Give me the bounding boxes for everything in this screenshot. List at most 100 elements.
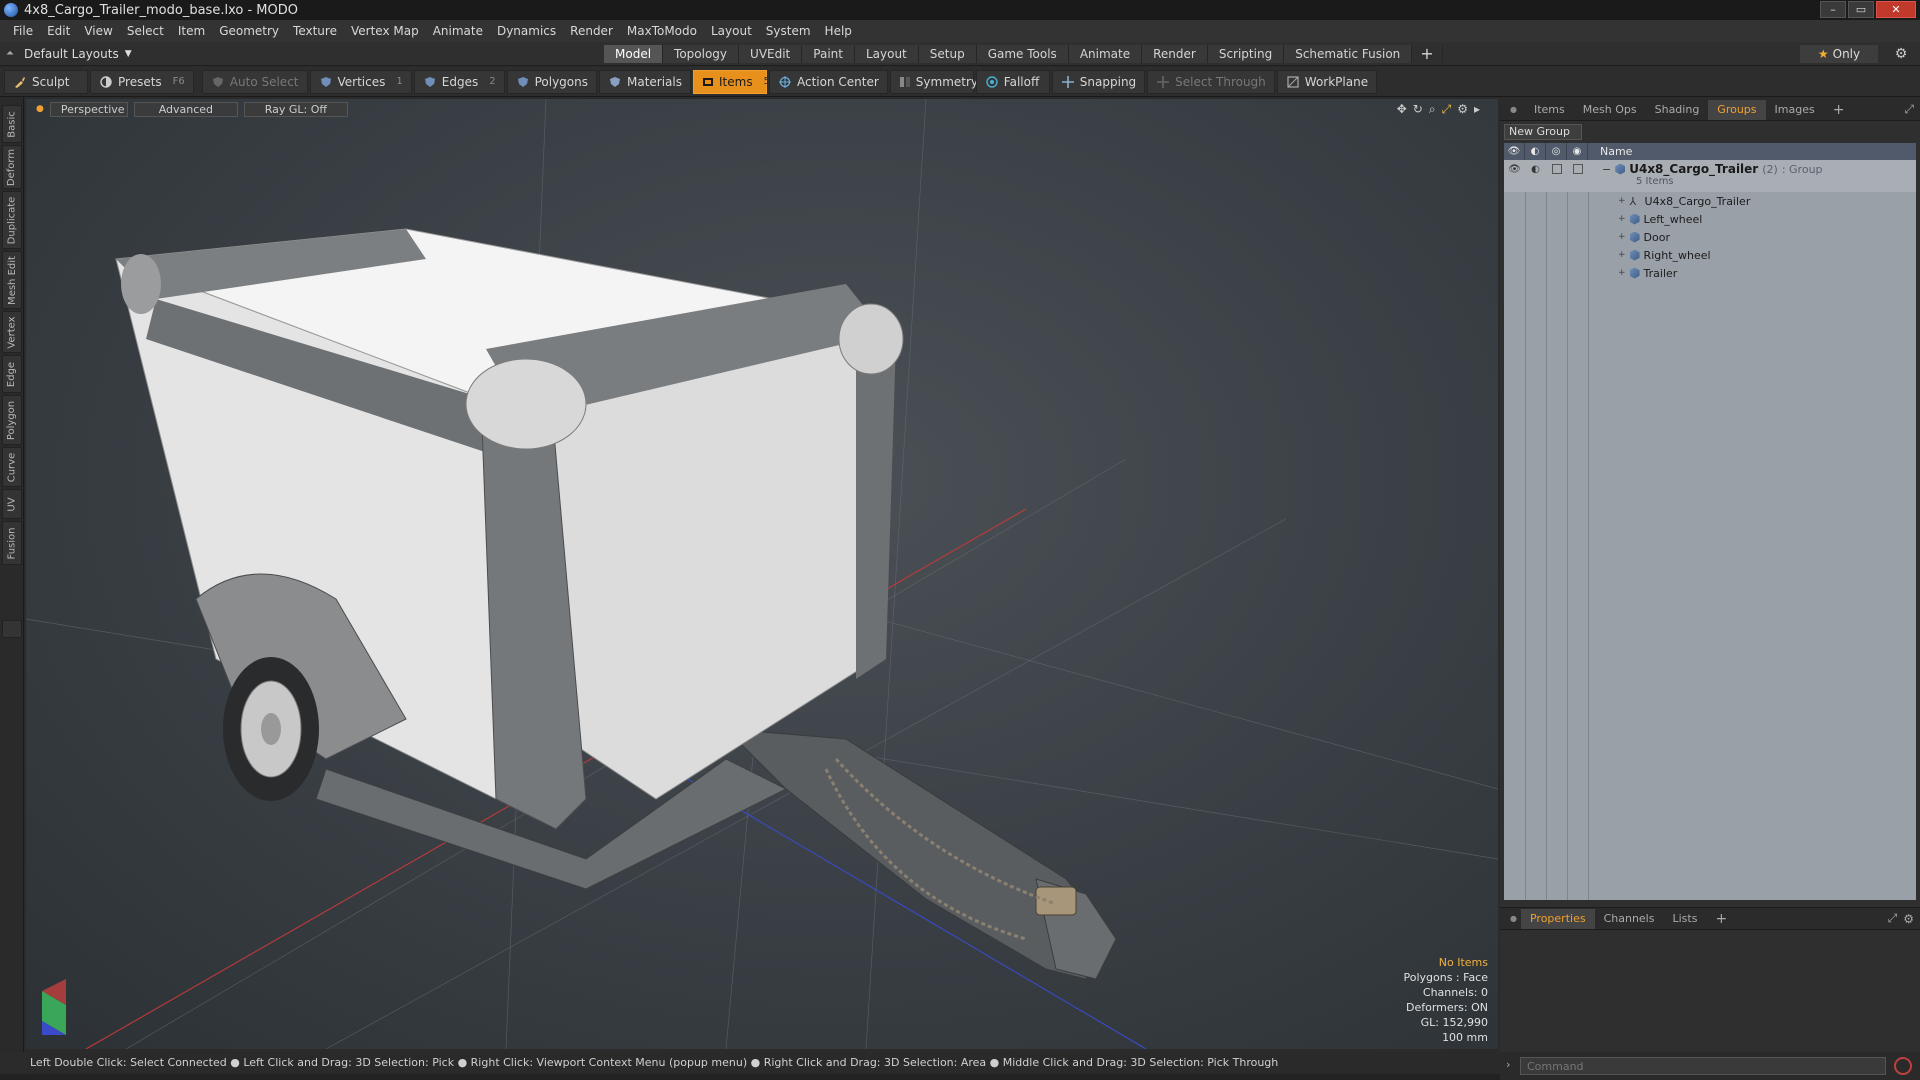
vtab-uv[interactable]: UV	[2, 489, 22, 519]
menu-texture[interactable]: Texture	[286, 20, 344, 42]
tab-uvedit[interactable]: UVEdit	[739, 45, 803, 63]
vtab-basic[interactable]: Basic	[2, 105, 22, 143]
cargo-trailer-model[interactable]	[115, 228, 1117, 980]
tree-item-door[interactable]: + Door	[1504, 228, 1916, 246]
command-expand-icon[interactable]: ›	[1506, 1058, 1510, 1071]
menu-layout[interactable]: Layout	[704, 20, 759, 42]
maximize-button[interactable]: ▭	[1848, 1, 1874, 18]
tab-topology[interactable]: Topology	[663, 45, 740, 63]
panel-dot-icon[interactable]: ●	[1510, 105, 1517, 114]
command-input[interactable]	[1520, 1057, 1886, 1075]
group-lock-checkbox[interactable]	[1546, 162, 1567, 176]
view-perspective-button[interactable]: Perspective	[49, 101, 128, 117]
viewport-scene[interactable]	[26, 99, 1498, 1049]
add-properties-tab-plus-icon[interactable]: +	[1706, 909, 1736, 929]
group-select-checkbox[interactable]	[1567, 162, 1588, 176]
tab-animate[interactable]: Animate	[1068, 45, 1143, 63]
presets-button[interactable]: Presets F6	[90, 69, 194, 94]
select-through-button[interactable]: Select Through	[1147, 69, 1275, 94]
menu-dynamics[interactable]: Dynamics	[490, 20, 563, 42]
menu-select[interactable]: Select	[120, 20, 171, 42]
tab-model[interactable]: Model	[604, 45, 664, 63]
vtab-polygon[interactable]: Polygon	[2, 395, 22, 445]
tab-render[interactable]: Render	[1142, 45, 1208, 63]
viewport-settings-gear-icon[interactable]: ⚙	[1457, 102, 1468, 117]
tab-paint[interactable]: Paint	[802, 45, 855, 63]
vtab-fusion[interactable]: Fusion	[2, 521, 22, 565]
vtab-curve[interactable]: Curve	[2, 447, 22, 487]
viewport-menu-dot-icon[interactable]: ●	[36, 104, 44, 114]
workplane-button[interactable]: WorkPlane	[1276, 69, 1378, 94]
group-eye-icon[interactable]: 👁	[1504, 162, 1525, 176]
default-layouts-dropdown[interactable]: ⏶ Default Layouts ▼	[6, 45, 132, 63]
select-col-icon[interactable]: ◉	[1567, 143, 1588, 160]
collapse-up-icon[interactable]: ⏶	[6, 48, 18, 60]
visibility-col-eye-icon[interactable]: 👁	[1504, 143, 1525, 160]
panel-dot-icon[interactable]: ●	[1510, 914, 1517, 923]
tree-item-right-wheel[interactable]: + Right_wheel	[1504, 246, 1916, 264]
tab-shading[interactable]: Shading	[1646, 100, 1709, 120]
menu-item[interactable]: Item	[171, 20, 212, 42]
tab-images[interactable]: Images	[1766, 100, 1824, 120]
vtab-collapse-button[interactable]	[2, 620, 22, 638]
fit-icon[interactable]: ⤢	[1442, 102, 1452, 117]
menu-view[interactable]: View	[77, 20, 119, 42]
tab-items[interactable]: Items	[1525, 100, 1574, 120]
items-button[interactable]: Items 5	[693, 69, 770, 94]
menu-vertex-map[interactable]: Vertex Map	[344, 20, 426, 42]
lock-col-icon[interactable]: ◎	[1546, 143, 1567, 160]
edges-button[interactable]: Edges 2	[413, 69, 505, 94]
expand-plus-icon[interactable]: +	[1618, 196, 1626, 206]
only-button[interactable]: ★ Only	[1800, 45, 1878, 63]
polygons-button[interactable]: Polygons	[506, 69, 597, 94]
panel-maximize-icon[interactable]: ⤢	[1904, 102, 1914, 117]
rotate-icon[interactable]: ↻	[1413, 102, 1423, 117]
tab-game-tools[interactable]: Game Tools	[976, 45, 1069, 63]
menu-file[interactable]: File	[6, 20, 40, 42]
menu-geometry[interactable]: Geometry	[212, 20, 286, 42]
vtab-vertex[interactable]: Vertex	[2, 311, 22, 353]
snapping-button[interactable]: Snapping	[1051, 69, 1146, 94]
menu-system[interactable]: System	[759, 20, 818, 42]
menu-animate[interactable]: Animate	[426, 20, 490, 42]
vtab-mesh-edit[interactable]: Mesh Edit	[2, 251, 22, 309]
minimize-button[interactable]: –	[1820, 1, 1846, 18]
tree-item-trailer[interactable]: + Trailer	[1504, 264, 1916, 282]
tab-scripting[interactable]: Scripting	[1207, 45, 1285, 63]
vtab-edge[interactable]: Edge	[2, 355, 22, 393]
gear-icon[interactable]: ⚙	[1890, 45, 1912, 63]
command-history-icon[interactable]	[1894, 1057, 1912, 1075]
tab-lists[interactable]: Lists	[1663, 909, 1706, 929]
vtab-duplicate[interactable]: Duplicate	[2, 191, 22, 249]
tab-groups[interactable]: Groups	[1708, 99, 1766, 120]
render-col-icon[interactable]: ◐	[1525, 143, 1546, 160]
name-column-header[interactable]: Name	[1588, 145, 1632, 158]
expand-plus-icon[interactable]: +	[1618, 268, 1626, 278]
groups-tree[interactable]: 👁 ◐ − U4x8_Cargo_Trailer (2) : Group 5 I…	[1504, 160, 1916, 900]
tab-schematic-fusion[interactable]: Schematic Fusion	[1284, 45, 1413, 63]
properties-maximize-icon[interactable]: ⤢	[1888, 911, 1898, 926]
tab-properties[interactable]: Properties	[1520, 908, 1595, 929]
menu-render[interactable]: Render	[563, 20, 620, 42]
expand-arrow-icon[interactable]: ▸	[1474, 102, 1480, 117]
vertices-button[interactable]: Vertices 1	[309, 69, 412, 94]
menu-maxtomodo[interactable]: MaxToModo	[620, 20, 704, 42]
new-group-button[interactable]: New Group	[1504, 124, 1582, 140]
expand-plus-icon[interactable]: +	[1618, 232, 1626, 242]
zoom-icon[interactable]: ⌕	[1429, 102, 1436, 117]
close-button[interactable]: ✕	[1876, 1, 1916, 18]
action-center-button[interactable]: Action Center	[769, 69, 888, 94]
shading-advanced-button[interactable]: Advanced	[133, 101, 238, 117]
properties-gear-icon[interactable]: ⚙	[1903, 912, 1914, 926]
tab-channels[interactable]: Channels	[1595, 909, 1664, 929]
sculpt-button[interactable]: Sculpt	[4, 69, 88, 94]
group-row[interactable]: 👁 ◐ − U4x8_Cargo_Trailer (2) : Group 5 I…	[1504, 160, 1916, 192]
3d-viewport[interactable]: ● Perspective Advanced Ray GL: Off ✥ ↻ ⌕…	[26, 99, 1498, 1049]
expand-minus-icon[interactable]: −	[1602, 163, 1611, 176]
falloff-button[interactable]: Falloff	[975, 69, 1050, 94]
expand-plus-icon[interactable]: +	[1618, 250, 1626, 260]
tab-layout[interactable]: Layout	[854, 45, 919, 63]
tree-item-u4x8-cargo-trailer[interactable]: + ⅄ U4x8_Cargo_Trailer	[1504, 192, 1916, 210]
tab-setup[interactable]: Setup	[918, 45, 977, 63]
pan-icon[interactable]: ✥	[1397, 102, 1407, 117]
